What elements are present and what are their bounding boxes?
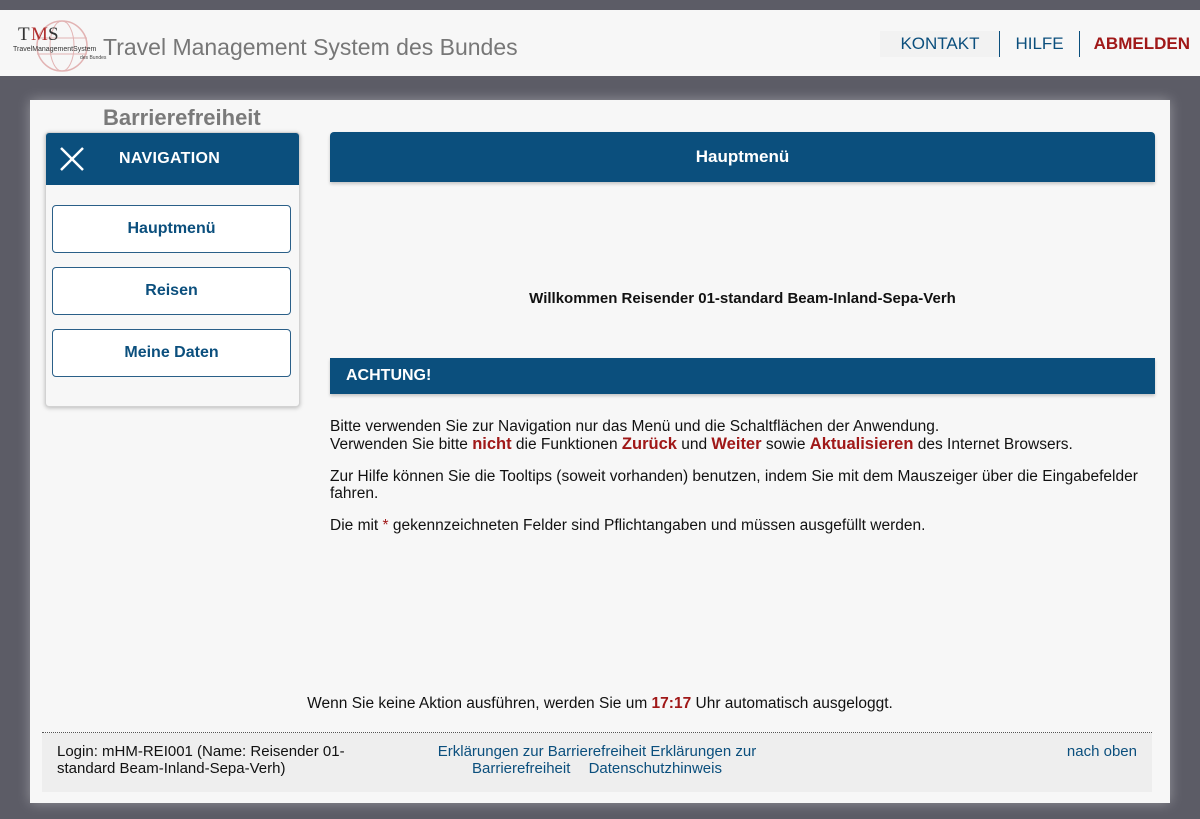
accessibility-heading-link[interactable]: Barrierefreiheit — [103, 105, 261, 131]
main-container: Barrierefreiheit NAVIGATION Hauptmenü Re… — [30, 100, 1170, 803]
app-title: Travel Management System des Bundes — [103, 34, 518, 60]
highlight-aktualisieren: Aktualisieren — [809, 434, 914, 453]
back-to-top-link[interactable]: nach oben — [1067, 743, 1137, 760]
page-title: Hauptmenü — [330, 132, 1155, 182]
nav-item-meine-daten[interactable]: Meine Daten — [52, 329, 291, 377]
tooltip-hint: Zur Hilfe können Sie die Tooltips (sowei… — [330, 468, 1138, 502]
warning-line-2-part: die Funktionen — [511, 435, 622, 453]
timeout-time: 17:17 — [651, 695, 692, 712]
navigation-panel: NAVIGATION Hauptmenü Reisen Meine Daten — [45, 132, 300, 407]
warning-line-2-part: sowie — [761, 435, 810, 453]
nav-item-hauptmenu[interactable]: Hauptmenü — [52, 205, 291, 253]
svg-text:TravelManagementSystem: TravelManagementSystem — [13, 46, 97, 53]
warning-line-2-part: und — [676, 435, 712, 453]
footer: Login: mHM-REI001 (Name: Reisender 01-st… — [42, 733, 1152, 792]
svg-text:T: T — [18, 24, 30, 45]
privacy-link[interactable]: Datenschutzhinweis — [589, 760, 722, 777]
session-timeout-notice: Wenn Sie keine Aktion ausführen, werden … — [30, 695, 1170, 713]
warning-text: Bitte verwenden Sie zur Navigation nur d… — [330, 418, 1155, 551]
warning-line-1: Bitte verwenden Sie zur Navigation nur d… — [330, 418, 940, 435]
nav-item-reisen[interactable]: Reisen — [52, 267, 291, 315]
help-link[interactable]: HILFE — [1000, 31, 1078, 57]
required-note-part: gekennzeichneten Felder sind Pflichtanga… — [388, 517, 926, 534]
highlight-zurueck: Zurück — [621, 434, 677, 453]
tms-logo[interactable]: T M S TravelManagementSystem des Bundes — [10, 18, 110, 72]
svg-text:S: S — [48, 24, 59, 45]
logout-link[interactable]: ABMELDEN — [1080, 31, 1200, 57]
close-icon[interactable] — [58, 145, 86, 173]
warning-title: ACHTUNG! — [330, 358, 1155, 394]
app-header: T M S TravelManagementSystem des Bundes … — [0, 10, 1200, 76]
contact-link[interactable]: KONTAKT — [880, 31, 1000, 57]
navigation-title: NAVIGATION — [119, 150, 221, 167]
login-info: Login: mHM-REI001 (Name: Reisender 01-st… — [57, 743, 345, 777]
svg-text:M: M — [31, 24, 48, 45]
top-strip — [0, 0, 1200, 10]
timeout-text: Wenn Sie keine Aktion ausführen, werden … — [307, 695, 652, 712]
warning-line-2-part: Verwenden Sie bitte — [330, 435, 473, 453]
warning-line-2-part: des Internet Browsers. — [913, 435, 1073, 453]
top-navigation: KONTAKT HILFE ABMELDEN — [880, 30, 1200, 58]
highlight-weiter: Weiter — [711, 434, 762, 453]
footer-links: Erklärungen zur Barrierefreiheit Erkläru… — [417, 743, 777, 777]
navigation-header: NAVIGATION — [46, 133, 299, 185]
highlight-nicht: nicht — [472, 434, 512, 453]
welcome-message: Willkommen Reisender 01-standard Beam-In… — [529, 290, 956, 307]
required-note-part: Die mit — [330, 517, 383, 534]
timeout-text: Uhr automatisch ausgeloggt. — [691, 695, 893, 712]
